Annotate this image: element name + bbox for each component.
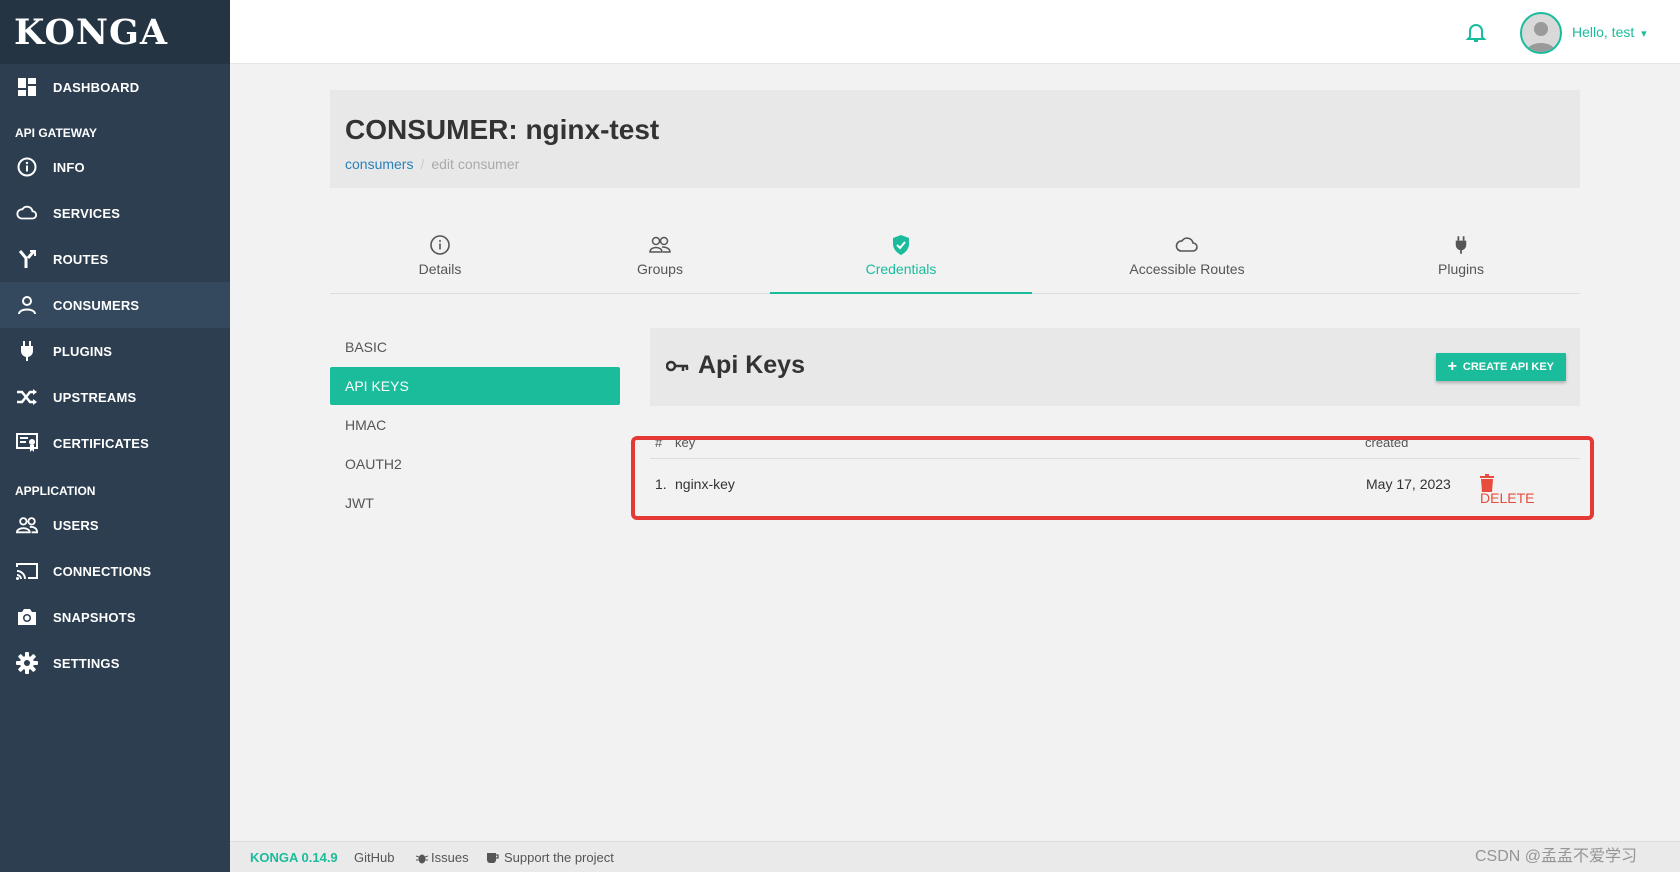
cred-nav-jwt[interactable]: JWT (330, 484, 620, 522)
plug-icon (16, 340, 38, 362)
breadcrumb-separator: / (420, 156, 425, 172)
sidebar-item-connections[interactable]: CONNECTIONS (0, 548, 230, 594)
footer-issues-link[interactable]: Issues (416, 850, 469, 865)
create-api-key-label: CREATE API KEY (1462, 361, 1554, 373)
footer-support-label: Support the project (504, 850, 614, 865)
cloud-icon (16, 202, 38, 224)
logo-text: KONGA (14, 11, 169, 53)
sidebar-item-label: DASHBOARD (53, 79, 140, 95)
coffee-icon (487, 852, 499, 863)
sidebar-item-upstreams[interactable]: UPSTREAMS (0, 374, 230, 420)
sidebar-item-label: ROUTES (53, 251, 109, 267)
sidebar-item-label: USERS (53, 517, 99, 533)
footer-support-link[interactable]: Support the project (486, 850, 614, 865)
watermark: CSDN @孟孟不爱学习 (1475, 848, 1638, 865)
tab-credentials[interactable]: Credentials (770, 224, 1032, 294)
cloud-icon (1175, 232, 1199, 258)
tab-label: Plugins (1438, 261, 1484, 277)
tab-accessible-routes[interactable]: Accessible Routes (1032, 224, 1342, 294)
breadcrumb-current: edit consumer (431, 156, 520, 172)
tab-details[interactable]: Details (330, 224, 550, 294)
sidebar-item-info[interactable]: INFO (0, 144, 230, 190)
certificate-icon (16, 432, 38, 454)
api-keys-title: Api Keys (666, 351, 805, 380)
sidebar-item-certificates[interactable]: CERTIFICATES (0, 420, 230, 466)
api-keys-title-text: Api Keys (698, 351, 805, 379)
plug-icon (1454, 232, 1468, 258)
sidebar-item-plugins[interactable]: PLUGINS (0, 328, 230, 374)
create-api-key-button[interactable]: + CREATE API KEY (1435, 353, 1566, 381)
cred-nav-basic[interactable]: BASIC (330, 328, 620, 366)
sidebar-item-label: SNAPSHOTS (53, 609, 136, 625)
dashboard-icon (16, 76, 38, 98)
sidebar-item-label: SERVICES (53, 205, 121, 221)
shield-icon (891, 232, 911, 258)
cred-nav-hmac[interactable]: HMAC (330, 406, 620, 444)
breadcrumb-link-consumers[interactable]: consumers (345, 156, 413, 172)
tab-label: Groups (637, 261, 683, 277)
consumer-tabs: Details Groups Credentials Accessible Ro… (330, 224, 1580, 294)
api-keys-header: Api Keys + CREATE API KEY (650, 328, 1580, 406)
sidebar-item-label: INFO (53, 159, 85, 175)
sidebar-item-label: CONNECTIONS (53, 563, 152, 579)
cred-nav-oauth2[interactable]: OAUTH2 (330, 445, 620, 483)
routes-icon (16, 248, 38, 270)
tab-label: Accessible Routes (1129, 261, 1245, 277)
breadcrumb: consumers / edit consumer (345, 156, 519, 172)
tab-label: Credentials (865, 261, 937, 277)
consumer-header: CONSUMER: nginx-test consumers / edit cons… (330, 90, 1580, 188)
gear-icon (16, 652, 38, 674)
users-icon (16, 514, 38, 536)
plus-icon: + (1447, 358, 1457, 375)
shuffle-icon (16, 386, 38, 408)
sidebar-section-application: APPLICATION (15, 484, 96, 498)
bug-icon (416, 854, 428, 863)
sidebar-item-label: SETTINGS (53, 655, 120, 671)
bell-icon[interactable] (1464, 20, 1488, 44)
tab-groups[interactable]: Groups (550, 224, 770, 294)
sidebar-item-snapshots[interactable]: SNAPSHOTS (0, 594, 230, 640)
avatar[interactable] (1520, 12, 1562, 54)
sidebar-item-label: PLUGINS (53, 343, 113, 359)
highlight-box (631, 436, 1594, 520)
page-title: CONSUMER: nginx-test (345, 114, 660, 145)
sidebar-item-users[interactable]: USERS (0, 502, 230, 548)
chevron-down-icon: ▾ (1641, 28, 1647, 40)
footer-version: KONGA 0.14.9 (250, 850, 338, 865)
sidebar-section-api-gateway: API GATEWAY (15, 126, 98, 140)
sidebar: KONGA DASHBOARD API GATEWAY INFO SERVICE… (0, 0, 230, 872)
sidebar-item-settings[interactable]: SETTINGS (0, 640, 230, 686)
sidebar-item-consumers[interactable]: CONSUMERS (0, 282, 230, 328)
topbar: Hello, test ▾ (230, 0, 1680, 64)
sidebar-item-label: CERTIFICATES (53, 435, 150, 451)
cred-nav-api-keys[interactable]: API KEYS (330, 367, 620, 405)
footer-issues-label: Issues (431, 850, 469, 865)
users-icon (648, 232, 672, 258)
greeting-text: Hello, test (1572, 24, 1635, 40)
sidebar-item-label: CONSUMERS (53, 297, 140, 313)
sidebar-item-routes[interactable]: ROUTES (0, 236, 230, 282)
sidebar-item-label: UPSTREAMS (53, 389, 137, 405)
user-icon (16, 294, 38, 316)
user-menu[interactable]: Hello, test ▾ (1572, 24, 1647, 40)
footer: KONGA 0.14.9 GitHub Issues Support the p… (230, 841, 1680, 872)
cast-icon (16, 560, 38, 582)
camera-icon (16, 606, 38, 628)
logo[interactable]: KONGA (0, 0, 230, 64)
tab-plugins[interactable]: Plugins (1342, 224, 1580, 294)
footer-github-link[interactable]: GitHub (354, 850, 394, 865)
sidebar-item-dashboard[interactable]: DASHBOARD (0, 64, 230, 110)
credentials-nav: BASIC API KEYS HMAC OAUTH2 JWT (330, 328, 620, 523)
info-icon (16, 156, 38, 178)
info-icon (429, 232, 451, 258)
sidebar-item-services[interactable]: SERVICES (0, 190, 230, 236)
tab-label: Details (418, 261, 462, 277)
key-icon (666, 360, 689, 371)
